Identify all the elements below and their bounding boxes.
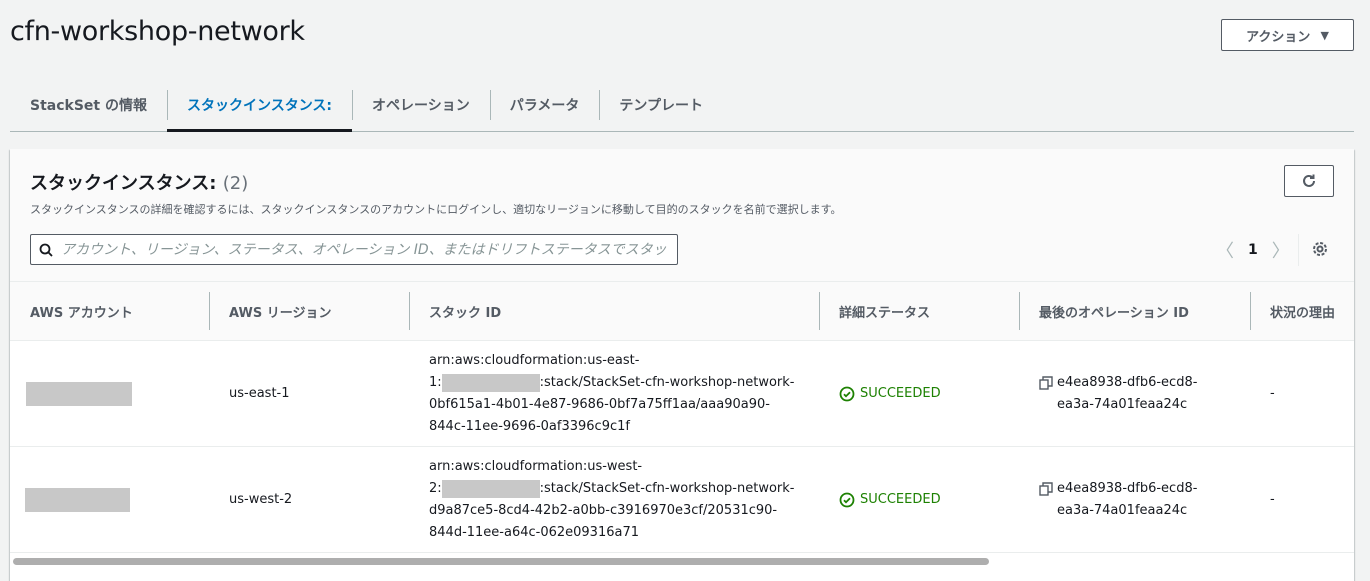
stack-id-line: 2: (429, 480, 442, 496)
tab-stack-instances[interactable]: スタックインスタンス: (166, 78, 353, 132)
status-cell: SUCCEEDED (819, 341, 1019, 446)
account-cell (10, 341, 209, 446)
page-title: cfn-workshop-network (10, 16, 305, 47)
refresh-button[interactable] (1284, 165, 1334, 197)
tab-label: StackSet の情報 (30, 97, 147, 114)
stack-id-line: d9a87ce5-8cd4-42b2-a0bb-c3916970e3cf/205… (429, 502, 778, 518)
stack-id-line: :stack/StackSet-cfn-workshop-network- (539, 480, 795, 496)
stack-id-line: 0bf615a1-4b01-4e87-9686-0bf7a75ff1aa/aaa… (429, 396, 770, 412)
search-input[interactable] (61, 241, 677, 258)
tab-stackset-info[interactable]: StackSet の情報 (10, 78, 167, 131)
column-header-region[interactable]: AWS リージョン (209, 282, 409, 340)
search-field[interactable] (30, 234, 678, 265)
status-badge: SUCCEEDED (839, 383, 941, 405)
actions-label: アクション (1246, 29, 1311, 45)
panel-title-text: スタックインスタンス: (30, 173, 217, 194)
redacted-account (25, 487, 130, 512)
chevron-left-icon[interactable]: 〈 (1216, 237, 1234, 263)
actions-dropdown-button[interactable]: アクション ▼ (1221, 19, 1354, 51)
settings-gear-icon[interactable] (1310, 239, 1330, 263)
operation-id-line: e4ea8938-dfb6-ecd8- (1057, 374, 1198, 390)
page-number[interactable]: 1 (1248, 242, 1258, 258)
account-cell (10, 447, 209, 552)
operation-id-line: ea3a-74a01feaa24c (1057, 502, 1188, 518)
horizontal-scrollbar[interactable] (13, 558, 989, 565)
tab-operations[interactable]: オペレーション (352, 78, 490, 131)
operation-id-cell: e4ea8938-dfb6-ecd8- ea3a-74a01feaa24c (1019, 447, 1250, 552)
column-header-account[interactable]: AWS アカウント (10, 282, 209, 340)
stack-id-line: arn:aws:cloudformation:us-east- (429, 352, 640, 368)
redacted-account (26, 381, 132, 406)
panel-header: スタックインスタンス: (2) スタックインスタンスの詳細を確認するには、スタッ… (10, 149, 1354, 281)
table-row: us-west-2 arn:aws:cloudformation:us-west… (10, 447, 1354, 553)
column-header-stack-id[interactable]: スタック ID (409, 282, 819, 340)
tab-bar: StackSet の情報 スタックインスタンス: オペレーション パラメータ テ… (10, 78, 1354, 132)
refresh-icon (1303, 174, 1315, 187)
chevron-right-icon[interactable]: 〉 (1272, 237, 1290, 263)
pagination: 〈 1 〉 (1216, 236, 1290, 264)
redacted-account-id (441, 479, 540, 498)
region-cell: us-west-2 (229, 491, 293, 507)
panel-description: スタックインスタンスの詳細を確認するには、スタックインスタンスのアカウントにログ… (30, 203, 842, 216)
status-text: SUCCEEDED (860, 491, 941, 507)
table-header: AWS アカウント AWS リージョン スタック ID 詳細ステータス 最後のオ… (10, 281, 1354, 341)
tab-label: スタックインスタンス: (186, 97, 333, 114)
column-header-last-operation-id[interactable]: 最後のオペレーション ID (1019, 282, 1250, 340)
stack-id-line: 844c-11ee-9696-0af3396c9c1f (429, 418, 630, 434)
tab-label: パラメータ (509, 97, 580, 114)
status-reason-cell: - (1270, 385, 1275, 401)
pager-divider (1298, 234, 1299, 266)
instance-count: (2) (222, 173, 249, 194)
status-cell: SUCCEEDED (819, 447, 1019, 552)
stack-id-line: arn:aws:cloudformation:us-west- (429, 458, 643, 474)
table-row: us-east-1 arn:aws:cloudformation:us-east… (10, 341, 1354, 447)
operation-id-cell: e4ea8938-dfb6-ecd8- ea3a-74a01feaa24c (1019, 341, 1250, 446)
stack-id-cell: arn:aws:cloudformation:us-west- 2: :stac… (409, 447, 819, 552)
stack-id-cell: arn:aws:cloudformation:us-east- 1: :stac… (409, 341, 819, 446)
operation-id-line: ea3a-74a01feaa24c (1057, 396, 1188, 412)
status-badge: SUCCEEDED (839, 489, 941, 511)
tab-label: オペレーション (372, 97, 470, 114)
copy-icon[interactable] (1039, 375, 1053, 390)
check-circle-icon (839, 386, 855, 401)
tab-template[interactable]: テンプレート (599, 78, 723, 131)
tab-parameters[interactable]: パラメータ (489, 78, 600, 131)
region-cell: us-east-1 (229, 385, 290, 401)
check-circle-icon (839, 492, 855, 507)
column-header-detailed-status[interactable]: 詳細ステータス (819, 282, 1019, 340)
stack-instances-panel: スタックインスタンス: (2) スタックインスタンスの詳細を確認するには、スタッ… (10, 149, 1354, 581)
status-reason-cell: - (1270, 491, 1275, 507)
redacted-account-id (441, 373, 540, 392)
stack-id-line: 1: (429, 374, 442, 390)
copy-icon[interactable] (1039, 481, 1053, 496)
operation-id-line: e4ea8938-dfb6-ecd8- (1057, 480, 1198, 496)
status-text: SUCCEEDED (860, 385, 941, 401)
column-header-status-reason[interactable]: 状況の理由 (1250, 282, 1354, 340)
panel-title: スタックインスタンス: (2) (30, 169, 248, 195)
search-icon (31, 243, 61, 257)
caret-down-icon: ▼ (1320, 28, 1329, 42)
stack-id-line: 844d-11ee-a64c-062e09316a71 (429, 524, 640, 540)
stack-id-line: :stack/StackSet-cfn-workshop-network- (539, 374, 795, 390)
tab-label: テンプレート (619, 97, 703, 114)
